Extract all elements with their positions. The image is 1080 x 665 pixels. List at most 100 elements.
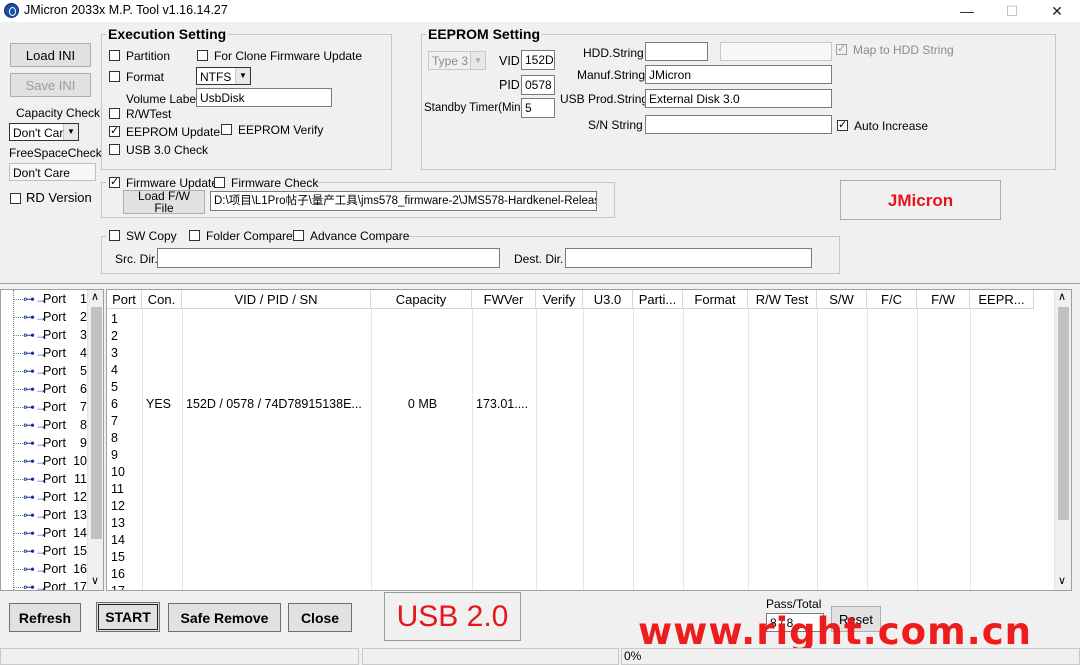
column-header[interactable]: EEPR... — [970, 290, 1034, 309]
column-header[interactable]: Con. — [142, 290, 182, 309]
load-ini-button[interactable]: Load INI — [10, 43, 91, 67]
scroll-up-arrow-icon[interactable]: ∧ — [1058, 290, 1066, 303]
format-checkbox[interactable] — [109, 71, 120, 82]
port-tree-item[interactable]: ⊶→ Port 14 — [1, 525, 89, 543]
table-row[interactable]: 10 — [107, 464, 1034, 481]
usb3-check-checkbox[interactable] — [109, 144, 120, 155]
column-header[interactable]: U3.0 — [583, 290, 633, 309]
port-tree-item[interactable]: ⊶→ Port 6 — [1, 381, 89, 399]
advance-compare-checkbox[interactable] — [293, 230, 304, 241]
load-fw-file-button[interactable]: Load F/W File — [123, 190, 205, 214]
port-tree-item[interactable]: ⊶→ Port 9 — [1, 435, 89, 453]
port-tree-item[interactable]: ⊶→ Port 1 — [1, 291, 89, 309]
vid-input[interactable]: 152D — [521, 50, 555, 70]
column-header[interactable]: Parti... — [633, 290, 683, 309]
table-row[interactable]: 13 — [107, 515, 1034, 532]
jmicron-logo-button[interactable]: JMicron — [840, 180, 1001, 220]
freespace-check-field[interactable]: Don't Care — [9, 163, 96, 181]
port-tree-scroll-thumb[interactable] — [91, 307, 102, 539]
column-header[interactable]: Port — [107, 290, 142, 309]
table-row[interactable]: 5 — [107, 379, 1034, 396]
save-ini-button[interactable]: Save INI — [10, 73, 91, 97]
eeprom-update-checkbox[interactable] — [109, 124, 120, 137]
port-tree-item[interactable]: ⊶→ Port 13 — [1, 507, 89, 525]
scroll-down-arrow-icon[interactable]: ∨ — [91, 574, 99, 587]
pid-input[interactable]: 0578 — [521, 75, 555, 95]
port-tree-item[interactable]: ⊶→ Port 17 — [1, 579, 89, 590]
port-tree-item[interactable]: ⊶→ Port 2 — [1, 309, 89, 327]
table-row[interactable]: 6 YES 152D / 0578 / 74D78915138E... 0 MB 173… — [107, 396, 1034, 413]
eeprom-type-select[interactable]: Type 3 ▼ — [428, 51, 486, 70]
port-tree-item[interactable]: ⊶→ Port 3 — [1, 327, 89, 345]
safe-remove-button[interactable]: Safe Remove — [168, 603, 281, 632]
table-row[interactable]: 8 — [107, 430, 1034, 447]
column-header[interactable]: Format — [683, 290, 748, 309]
sn-string-input[interactable] — [645, 115, 832, 134]
maximize-button[interactable]: ☐ — [989, 0, 1035, 22]
table-row[interactable]: 3 — [107, 345, 1034, 362]
eeprom-verify-checkbox[interactable] — [221, 124, 232, 135]
port-tree-item[interactable]: ⊶→ Port 8 — [1, 417, 89, 435]
filesystem-select[interactable]: NTFS ▼ — [196, 67, 251, 85]
table-row[interactable]: 1 — [107, 311, 1034, 328]
close-window-button[interactable]: ✕ — [1034, 0, 1080, 22]
port-tree-item[interactable]: ⊶→ Port 7 — [1, 399, 89, 417]
port-tree-item[interactable]: ⊶→ Port 5 — [1, 363, 89, 381]
dest-dir-input[interactable] — [565, 248, 812, 268]
column-header[interactable]: S/W — [817, 290, 867, 309]
table-row[interactable]: 16 — [107, 566, 1034, 583]
table-row[interactable]: 15 — [107, 549, 1034, 566]
port-tree-item[interactable]: ⊶→ Port 16 — [1, 561, 89, 579]
standby-timer-input[interactable]: 5 — [521, 98, 555, 118]
close-button[interactable]: Close — [288, 603, 352, 632]
folder-compare-checkbox[interactable] — [189, 230, 200, 241]
table-row[interactable]: 7 — [107, 413, 1034, 430]
firmware-path-field[interactable]: D:\项目\L1Pro帖子\量产工具\jms578_firmware-2\JMS… — [210, 191, 597, 211]
clone-firmware-checkbox[interactable] — [197, 50, 208, 61]
table-row[interactable]: 2 — [107, 328, 1034, 345]
column-header[interactable]: FWVer — [472, 290, 536, 309]
table-row[interactable]: 14 — [107, 532, 1034, 549]
port-table[interactable]: Port Con. VID / PID / SN Capacity FWVer Verif… — [106, 289, 1072, 591]
rd-version-checkbox[interactable] — [10, 193, 21, 204]
port-tree-item[interactable]: ⊶→ Port 4 — [1, 345, 89, 363]
column-header[interactable]: R/W Test — [748, 290, 817, 309]
refresh-button[interactable]: Refresh — [9, 603, 81, 632]
port-tree-item[interactable]: ⊶→ Port 15 — [1, 543, 89, 561]
auto-increase-checkbox[interactable] — [837, 118, 848, 131]
sw-copy-checkbox[interactable] — [109, 230, 120, 241]
map-hdd-checkbox[interactable] — [836, 42, 847, 55]
firmware-update-checkbox[interactable] — [109, 175, 120, 188]
table-row[interactable]: 11 — [107, 481, 1034, 498]
hdd-string-input-2[interactable] — [720, 42, 832, 61]
hdd-string-input[interactable] — [645, 42, 708, 61]
table-row[interactable]: 4 — [107, 362, 1034, 379]
scroll-up-arrow-icon[interactable]: ∧ — [91, 290, 99, 303]
manuf-string-input[interactable]: JMicron — [645, 65, 832, 84]
scroll-down-arrow-icon[interactable]: ∨ — [1058, 574, 1066, 587]
capacity-check-select[interactable]: Don't Care ▼ — [9, 123, 79, 141]
column-header[interactable]: VID / PID / SN — [182, 290, 371, 309]
column-header[interactable]: Capacity — [371, 290, 472, 309]
port-tree-scrollbar[interactable]: ∧ ∨ — [87, 290, 103, 590]
usb-prod-string-input[interactable]: External Disk 3.0 — [645, 89, 832, 108]
column-header[interactable]: Verify — [536, 290, 583, 309]
port-tree[interactable]: ⊶→ Port 1 ⊶→ Port 2 ⊶→ Port 3 ⊶→ Port 4 ⊶→ Port 5 ⊶→ Por… — [0, 289, 104, 591]
port-tree-item[interactable]: ⊶→ Port 12 — [1, 489, 89, 507]
port-tree-item[interactable]: ⊶→ Port 10 — [1, 453, 89, 471]
volume-label-input[interactable]: UsbDisk — [196, 88, 332, 107]
column-header[interactable]: F/C — [867, 290, 917, 309]
rw-test-checkbox[interactable] — [109, 108, 120, 119]
column-header[interactable]: F/W — [917, 290, 970, 309]
table-row[interactable]: 12 — [107, 498, 1034, 515]
src-dir-input[interactable] — [157, 248, 500, 268]
firmware-check-checkbox[interactable] — [214, 177, 225, 188]
table-row[interactable]: 9 — [107, 447, 1034, 464]
port-tree-item[interactable]: ⊶→ Port 11 — [1, 471, 89, 489]
start-button[interactable]: START — [96, 602, 160, 632]
partition-checkbox[interactable] — [109, 50, 120, 61]
port-table-scrollbar[interactable]: ∧ ∨ — [1054, 290, 1071, 590]
minimize-button[interactable]: — — [944, 0, 990, 22]
port-table-scroll-thumb[interactable] — [1058, 307, 1069, 520]
table-row[interactable]: 17 — [107, 583, 1034, 590]
